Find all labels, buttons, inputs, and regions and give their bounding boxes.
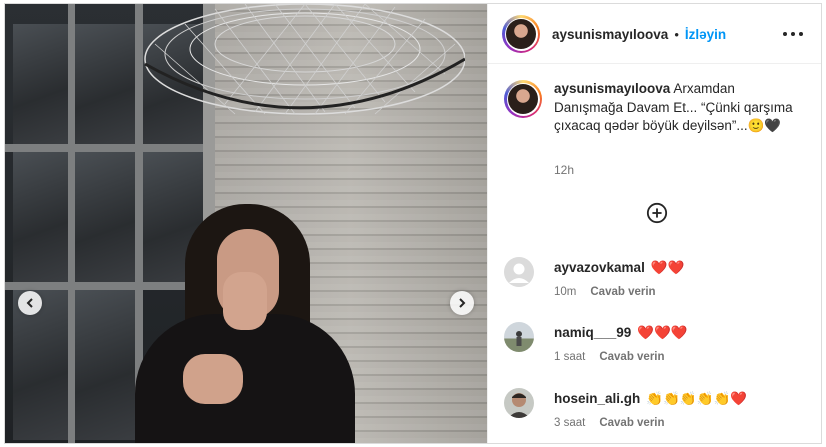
comment-text: ❤️❤️❤️ — [637, 325, 688, 340]
comment-username[interactable]: hosein_ali.gh — [554, 391, 640, 406]
comment-time: 3 saat — [554, 417, 586, 429]
avatar-photo — [516, 331, 522, 346]
avatar-photo — [508, 393, 530, 418]
comment-time: 1 saat — [554, 351, 586, 363]
author-avatar[interactable] — [502, 15, 540, 53]
caption-avatar[interactable] — [504, 80, 542, 118]
avatar[interactable] — [504, 322, 534, 352]
caption-username[interactable]: aysunismayıloova — [554, 81, 670, 96]
person-body — [135, 314, 355, 443]
avatar[interactable] — [504, 257, 534, 287]
next-image-button[interactable] — [450, 291, 474, 315]
previous-image-button[interactable] — [18, 291, 42, 315]
chevron-right-icon — [459, 298, 466, 308]
more-horizontal-icon — [783, 32, 787, 36]
comment-item: namiq___99 ❤️❤️❤️ 1 saat Cavab verin — [504, 322, 804, 368]
reply-button[interactable]: Cavab verin — [599, 417, 664, 429]
comment-text: ❤️❤️ — [650, 260, 685, 275]
caption-text-block: aysunismayıloova Arxamdan Danışmağa Dava… — [554, 80, 804, 136]
post-dialog: aysunismayıloova • İzləyin aysunismayıloov… — [4, 3, 822, 444]
comment-item: ayvazovkamal ❤️❤️ 10m Cavab verin — [504, 257, 804, 303]
person-hand — [223, 272, 267, 330]
chevron-left-icon — [26, 298, 33, 308]
comment-username[interactable]: ayvazovkamal — [554, 260, 645, 275]
post-header: aysunismayıloova • İzləyin — [488, 4, 821, 64]
follow-button[interactable]: İzləyin — [685, 27, 726, 42]
chandelier — [144, 4, 465, 115]
comment-username[interactable]: namiq___99 — [554, 325, 631, 340]
avatar[interactable] — [504, 388, 534, 418]
comment-text: 👏👏👏👏👏❤️ — [646, 391, 748, 406]
plus-circle-icon[interactable] — [646, 202, 668, 224]
reply-button[interactable]: Cavab verin — [599, 351, 664, 363]
separator-dot: • — [674, 27, 679, 42]
post-photo — [5, 4, 487, 443]
comment-time: 10m — [554, 286, 577, 298]
reply-button[interactable]: Cavab verin — [590, 286, 655, 298]
caption-timestamp: 12h — [554, 163, 575, 177]
person-hand — [183, 354, 243, 404]
default-avatar-icon — [504, 257, 534, 287]
comment-item: hosein_ali.gh 👏👏👏👏👏❤️ 3 saat Cavab verin — [504, 388, 804, 434]
author-line: aysunismayıloova • İzləyin — [552, 26, 726, 44]
more-options-button[interactable] — [783, 26, 803, 42]
author-username[interactable]: aysunismayıloova — [552, 27, 668, 42]
post-side-panel: aysunismayıloova • İzləyin aysunismayıloov… — [487, 4, 821, 443]
